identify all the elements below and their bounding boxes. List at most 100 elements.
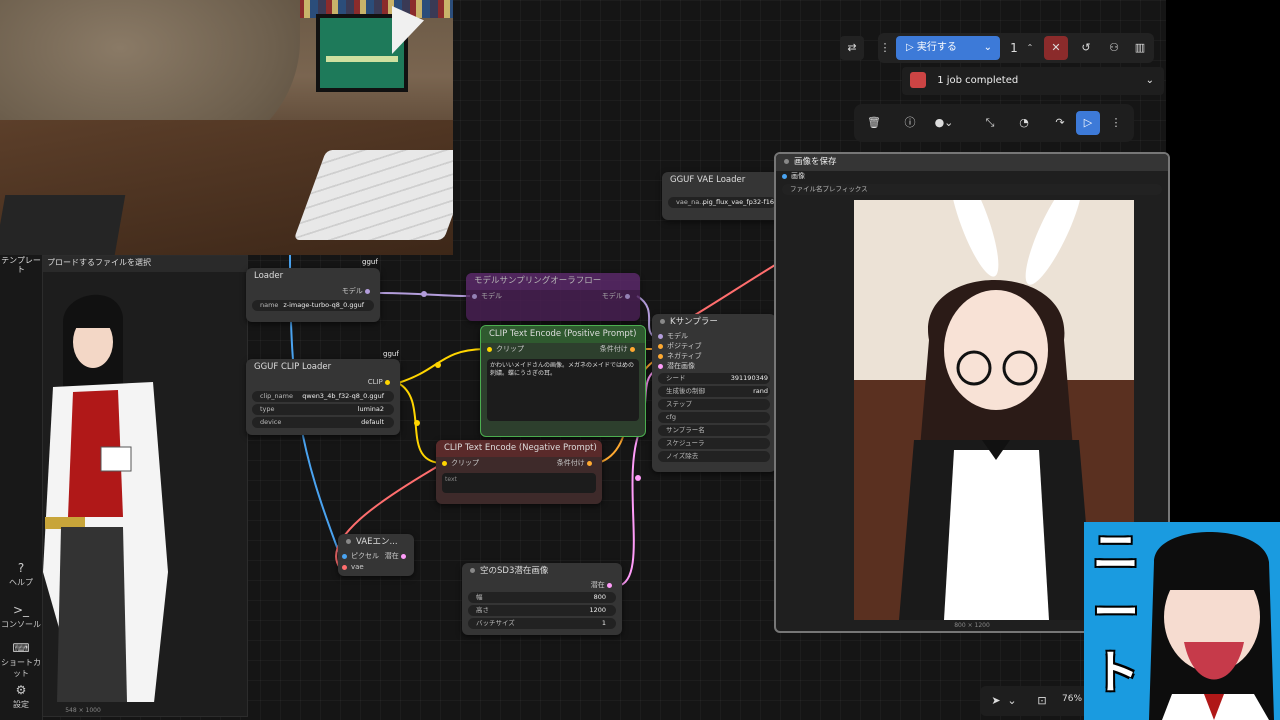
empty-sd3-latent-node[interactable]: 空のSD3潜在画像 潜在 幅 800 高さ 1200 バッチサイズ 1 (462, 563, 622, 635)
collapse-icon[interactable]: ⤡ (978, 111, 1002, 135)
chevron-down-icon[interactable]: ⌄ (984, 36, 992, 60)
clip-output[interactable]: CLIP (252, 376, 394, 389)
node-title: VAEエン... (338, 534, 414, 551)
clip-io-row[interactable]: クリップ 条件付け (442, 457, 596, 470)
input-model[interactable]: モデル (658, 331, 770, 341)
model-io-row[interactable]: モデル モデル (472, 290, 634, 303)
node-title: GGUF VAE Loader (670, 175, 746, 185)
model-sampling-auraflow-node[interactable]: モデルサンプリングオーラフロー モデル モデル (466, 273, 640, 321)
input-label: ネガティブ (667, 352, 702, 360)
input-label: クリップ (496, 345, 524, 353)
sampler-name-field[interactable]: サンプラー名 (658, 425, 770, 436)
sidebar-item-settings[interactable]: ⚙ 設定 (0, 683, 42, 710)
output-label: モデル (341, 287, 363, 295)
node-tag: gguf (362, 258, 378, 266)
run-button[interactable]: ▷ 実行する ⌄ (896, 36, 1000, 60)
input-positive[interactable]: ポジティブ (658, 341, 770, 351)
clip-text-encode-negative-node[interactable]: CLIP Text Encode (Negative Prompt) クリップ … (436, 440, 602, 504)
field-label: シード (666, 374, 686, 382)
title-text: Kサンプラー (670, 317, 718, 327)
field-value: qwen3_4b_f32-q8_0.gguf (302, 392, 384, 400)
pixels-io-row[interactable]: ピクセル 潜在 (342, 551, 410, 562)
zoom-controls: ➤ ⌄ ⊡ 76% (980, 686, 1090, 716)
gguf-vae-loader-node[interactable]: GGUF VAE Loader vae_na... pig_flux_vae_f… (662, 172, 782, 220)
clip-name-field[interactable]: clip_name qwen3_4b_f32-q8_0.gguf (252, 391, 394, 402)
stepper-icon[interactable]: ⌃ (1024, 36, 1036, 60)
select-cursor-icon[interactable]: ➤ (984, 689, 1008, 713)
redo-icon[interactable]: ↷ (1048, 111, 1072, 135)
chevron-down-icon[interactable]: ⌄ (1006, 689, 1018, 713)
title-text: VAEエン... (356, 537, 398, 547)
field-value: 1 (601, 619, 606, 627)
cancel-button[interactable]: ✕ (1044, 36, 1068, 60)
images-input[interactable]: 画像 (782, 171, 1162, 182)
input-latent[interactable]: 潜在画像 (658, 361, 770, 371)
field-label: ステップ (666, 400, 692, 408)
avatar (910, 72, 926, 88)
info-icon[interactable]: ⓘ (898, 111, 922, 135)
node-title: GGUF CLIP Loader (254, 362, 332, 372)
play-icon: ▷ (906, 42, 914, 53)
device-field[interactable]: device default (252, 417, 394, 428)
sidebar-item-console[interactable]: >_ コンソール (0, 603, 42, 630)
seed-field[interactable]: シード 391190349 (658, 373, 770, 384)
vae-name-field[interactable]: vae_na... pig_flux_vae_fp32-f16 (668, 197, 776, 208)
unet-name-field[interactable]: name z-image-turbo-q8_0.gguf (252, 300, 374, 311)
user-icon[interactable]: ⚇ (1102, 36, 1126, 60)
title-text: 空のSD3潜在画像 (480, 566, 549, 576)
gear-icon: ⚙ (15, 683, 27, 697)
height-field[interactable]: 高さ 1200 (468, 605, 616, 616)
negative-prompt-textarea[interactable]: text (442, 473, 596, 493)
model-output[interactable]: モデル (252, 285, 374, 298)
latent-output[interactable]: 潜在 (468, 580, 616, 590)
input-negative[interactable]: ネガティブ (658, 351, 770, 361)
more-icon[interactable]: ⋮ (1104, 111, 1128, 135)
field-label: vae_na... (676, 198, 706, 206)
input-label: モデル (667, 332, 688, 340)
vae-encode-node[interactable]: VAEエン... ピクセル 潜在 vae (338, 534, 414, 576)
chevron-down-icon[interactable]: ⌄ (1146, 67, 1154, 95)
character-image (43, 272, 247, 712)
filename-prefix-field[interactable]: ファイル名プレフィックス (782, 184, 1162, 195)
ksampler-node[interactable]: Kサンプラー モデル ポジティブ ネガティブ 潜在画像 シード 391190349… (652, 314, 776, 472)
positive-prompt-textarea[interactable]: かわいいメイドさんの画像。メガネのメイドではめの刺繍。蝶にうさぎの耳。 (487, 359, 639, 421)
width-field[interactable]: 幅 800 (468, 592, 616, 603)
delete-icon[interactable]: 🗑 (862, 111, 886, 135)
type-field[interactable]: type lumina2 (252, 404, 394, 415)
node-title: Loader (254, 271, 284, 281)
cfg-field[interactable]: cfg (658, 412, 770, 423)
output-label: CLIP (367, 378, 383, 386)
panel-toggle-icon[interactable]: ▥ (1128, 36, 1152, 60)
drag-handle-icon[interactable]: ⋮ (878, 36, 892, 60)
bypass-icon[interactable]: ◔ (1012, 111, 1036, 135)
clip-io-row[interactable]: クリップ 条件付け (487, 343, 639, 356)
field-value: default (361, 418, 384, 426)
sidebar-item-shortcuts[interactable]: ⌨ ショートカット (0, 641, 42, 679)
unet-loader-node[interactable]: Loader モデル name z-image-turbo-q8_0.gguf (246, 268, 380, 322)
share-icon[interactable]: ⇄ (840, 36, 864, 60)
gguf-clip-loader-node[interactable]: GGUF CLIP Loader CLIP clip_name qwen3_4b… (246, 359, 400, 435)
execute-selected-icon[interactable]: ▷ (1076, 111, 1100, 135)
upload-file-header[interactable]: プロードするファイルを選択 (43, 256, 247, 272)
input-label: ピクセル (351, 552, 379, 560)
fit-view-icon[interactable]: ⊡ (1030, 689, 1054, 713)
scheduler-field[interactable]: スケジューラ (658, 438, 770, 449)
output-label: 潜在 (590, 581, 605, 589)
job-status-bar[interactable]: 1 job completed ⌄ (902, 67, 1164, 95)
field-label: clip_name (260, 392, 293, 400)
load-image-node[interactable]: プロードするファイルを選択 548 × 1000 (42, 255, 248, 717)
help-icon: ? (17, 561, 25, 575)
vae-input[interactable]: vae (342, 562, 410, 573)
sidebar-item-templates[interactable]: テンプレート (0, 256, 42, 274)
steps-field[interactable]: ステップ (658, 399, 770, 410)
control-after-generate-field[interactable]: 生成後の制御 rand (658, 386, 770, 397)
color-picker-icon[interactable]: ●⌄ (932, 111, 956, 135)
batch-size-field[interactable]: バッチサイズ 1 (468, 618, 616, 629)
node-tag: gguf (383, 350, 399, 358)
batch-count-input[interactable]: 1 (1002, 36, 1026, 60)
clip-text-encode-positive-node[interactable]: CLIP Text Encode (Positive Prompt) クリップ … (480, 325, 646, 437)
zoom-level[interactable]: 76% (1062, 694, 1082, 704)
sidebar-item-help[interactable]: ? ヘルプ (0, 561, 42, 588)
denoise-field[interactable]: ノイズ除去 (658, 451, 770, 462)
history-icon[interactable]: ↺ (1074, 36, 1098, 60)
